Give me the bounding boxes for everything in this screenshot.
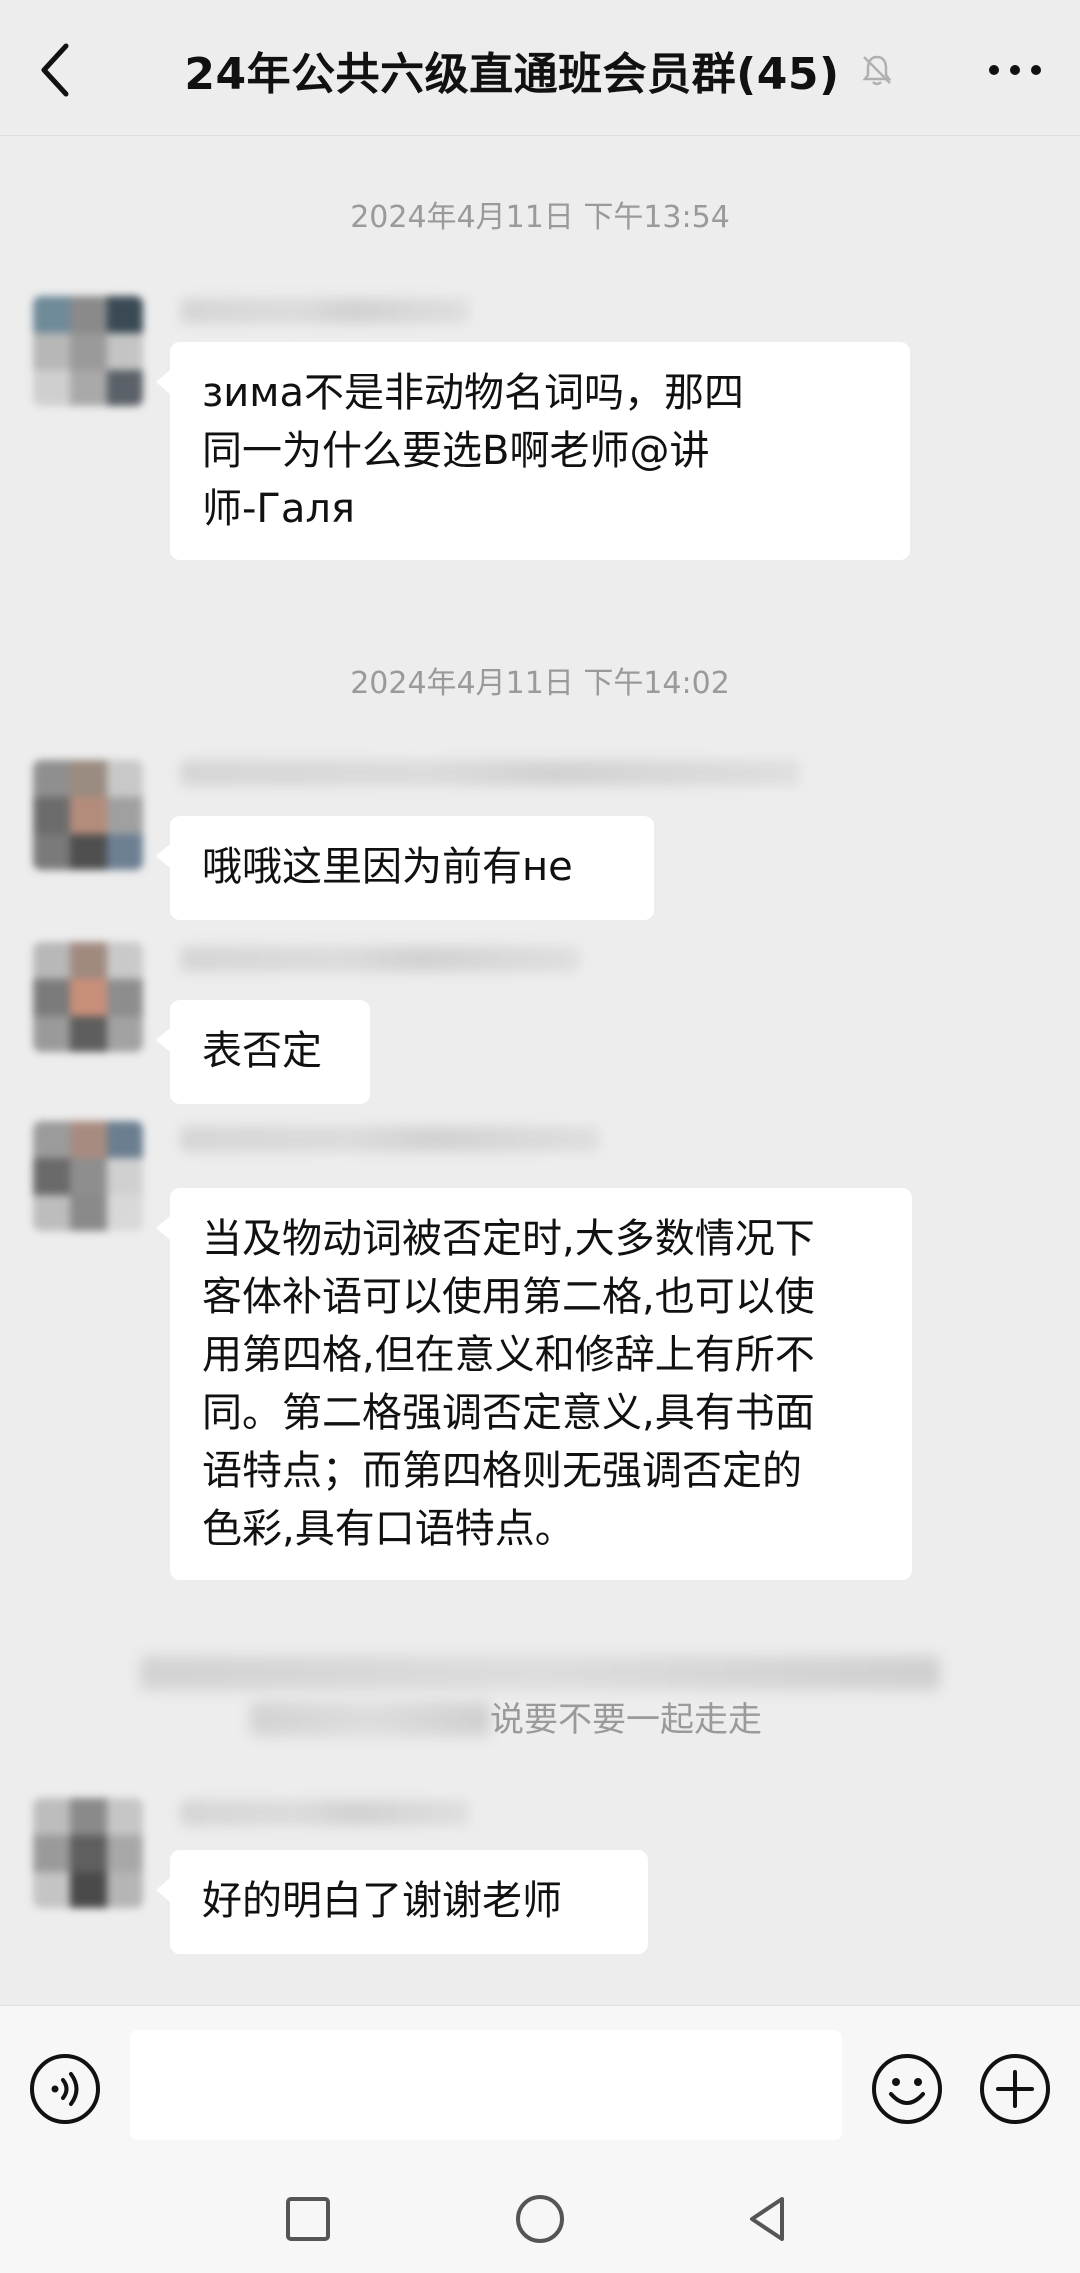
- avatar[interactable]: [33, 1121, 143, 1231]
- message-line: 师-Галя: [202, 486, 355, 532]
- message-bubble[interactable]: 哦哦这里因为前有не: [156, 816, 654, 920]
- recent-apps-button[interactable]: [276, 2187, 340, 2251]
- input-bar: [0, 2005, 1080, 2166]
- message-bubble[interactable]: 当及物动词被否定时,大多数情况下 客体补语可以使用第二格,也可以使 用第四格,但…: [156, 1188, 912, 1580]
- system-back-button[interactable]: [738, 2187, 802, 2251]
- message-line: 同。第二格强调否定意义,具有书面: [202, 1390, 815, 1436]
- chat-message-list[interactable]: 2024年4月11日 下午13:54 зима不是非动物名词吗，那四 同一为什么…: [0, 136, 1080, 2006]
- system-navigation-bar: [0, 2165, 1080, 2273]
- sender-name: [180, 1800, 470, 1826]
- voice-icon: [30, 2054, 100, 2124]
- plus-circle-icon: [980, 2054, 1050, 2124]
- sender-name: [180, 298, 470, 324]
- message-text: 表否定: [202, 1028, 322, 1074]
- sender-name: [180, 760, 800, 786]
- emoji-icon: [872, 2054, 942, 2124]
- triangle-back-icon: [750, 2197, 784, 2241]
- message-line: 同一为什么要选B啊老师@讲: [202, 428, 710, 474]
- message-bubble[interactable]: 表否定: [156, 1000, 370, 1104]
- message-line: зима不是非动物名词吗，那四: [202, 370, 744, 416]
- system-notice-blur: [250, 1702, 490, 1736]
- more-options-button[interactable]: [980, 40, 1050, 100]
- message-text: 哦哦这里因为前有не: [202, 844, 573, 890]
- message-bubble[interactable]: зима不是非动物名词吗，那四 同一为什么要选B啊老师@讲 师-Галя: [156, 342, 910, 560]
- bell-off-icon: [862, 55, 892, 86]
- home-button[interactable]: [508, 2187, 572, 2251]
- square-icon: [286, 2197, 330, 2241]
- more-dots-icon: [989, 65, 1041, 75]
- sender-name: [180, 1126, 600, 1152]
- chat-header: 24年公共六级直通班会员群(45): [0, 0, 1080, 136]
- message-bubble[interactable]: 好的明白了谢谢老师: [156, 1850, 648, 1954]
- message-line: 客体补语可以使用第二格,也可以使: [202, 1274, 815, 1320]
- chat-title: 24年公共六级直通班会员群(45): [184, 49, 840, 100]
- avatar[interactable]: [33, 1798, 143, 1908]
- message-line: 色彩,具有口语特点。: [202, 1506, 575, 1552]
- message-line: 语特点；而第四格则无强调否定的: [202, 1448, 802, 1494]
- avatar[interactable]: [33, 760, 143, 870]
- system-notice: 说要不要一起走走: [490, 1700, 762, 1740]
- system-notice-blur: [140, 1656, 940, 1690]
- avatar[interactable]: [33, 942, 143, 1052]
- message-line: 当及物动词被否定时,大多数情况下: [202, 1216, 815, 1262]
- timestamp: 2024年4月11日 下午13:54: [350, 200, 730, 235]
- timestamp: 2024年4月11日 下午14:02: [350, 666, 730, 701]
- more-functions-button[interactable]: [978, 2052, 1052, 2126]
- avatar[interactable]: [33, 296, 143, 406]
- voice-button[interactable]: [28, 2052, 102, 2126]
- message-line: 用第四格,但在意义和修辞上有所不: [202, 1332, 815, 1378]
- message-input[interactable]: [130, 2030, 842, 2140]
- message-text: 好的明白了谢谢老师: [202, 1878, 562, 1924]
- circle-icon: [516, 2195, 564, 2243]
- emoji-button[interactable]: [870, 2052, 944, 2126]
- sender-name: [180, 946, 580, 972]
